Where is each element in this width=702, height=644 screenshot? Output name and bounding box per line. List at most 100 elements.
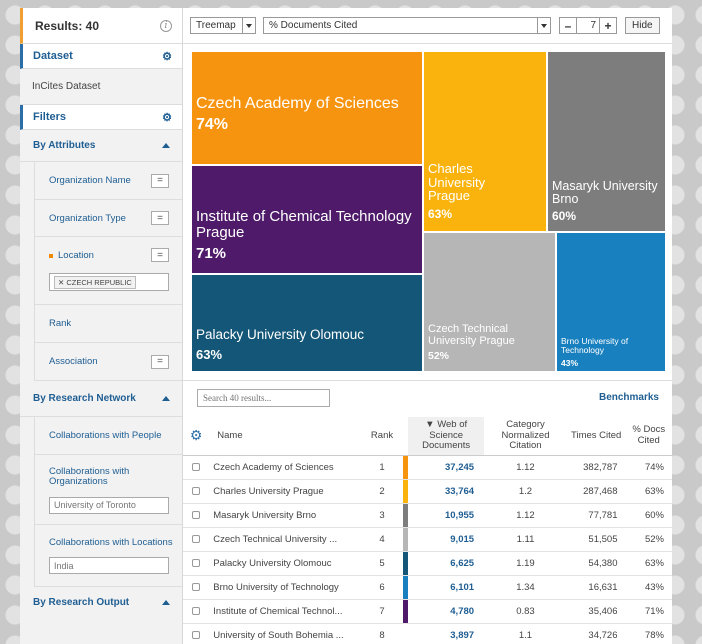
tile-czech-technical[interactable]: Czech Technical University Prague 52%: [424, 233, 555, 371]
filter-rank[interactable]: Rank: [35, 305, 182, 343]
row-checkbox-cell[interactable]: [183, 527, 210, 552]
tile-institute-chemical[interactable]: Institute of Chemical Technology Prague …: [192, 166, 422, 273]
remove-tag-icon[interactable]: ✕: [58, 278, 64, 287]
row-checkbox-cell[interactable]: [183, 599, 210, 624]
table-row[interactable]: Brno University of Technology 6 6,101 1.34 1…: [183, 575, 672, 600]
filter-organization-type[interactable]: Organization Type =: [35, 200, 182, 237]
view-select[interactable]: Treemap: [190, 17, 256, 34]
by-attributes-title: By Attributes: [33, 140, 96, 151]
caret-up-icon[interactable]: [162, 396, 170, 401]
table-settings[interactable]: ⚙: [183, 417, 210, 456]
row-wos-docs[interactable]: 4,780: [408, 599, 485, 624]
collab-orgs-input[interactable]: [49, 496, 169, 514]
table-row[interactable]: University of South Bohemia ... 8 3,897 1.1…: [183, 623, 672, 644]
row-name[interactable]: University of South Bohemia ...: [209, 623, 361, 644]
row-wos-docs[interactable]: 6,101: [408, 575, 485, 600]
col-rank[interactable]: Rank: [360, 417, 404, 456]
row-checkbox-cell[interactable]: [183, 503, 210, 528]
by-research-output-header[interactable]: By Research Output: [20, 587, 182, 617]
row-checkbox-cell[interactable]: [183, 551, 210, 576]
by-research-network-header[interactable]: By Research Network: [20, 381, 182, 417]
row-checkbox[interactable]: [192, 631, 201, 639]
tile-palacky[interactable]: Palacky University Olomouc 63%: [192, 275, 422, 371]
row-wos-docs[interactable]: 37,245: [408, 455, 485, 480]
table-row[interactable]: Charles University Prague 2 33,764 1.2 287,4…: [183, 479, 672, 504]
row-checkbox-cell[interactable]: [183, 455, 210, 480]
row-checkbox[interactable]: [192, 511, 201, 519]
location-tag-input[interactable]: ✕ CZECH REPUBLIC: [49, 273, 169, 291]
tile-name: Institute of Chemical Technology Prague: [196, 208, 412, 241]
row-name[interactable]: Charles University Prague: [209, 479, 361, 504]
benchmarks-link[interactable]: Benchmarks: [599, 392, 659, 403]
chevron-down-icon[interactable]: [242, 18, 255, 33]
equals-button[interactable]: =: [151, 248, 169, 262]
equals-button[interactable]: =: [151, 173, 169, 188]
filter-organization-name[interactable]: Organization Name =: [35, 162, 182, 200]
hide-button[interactable]: Hide: [625, 17, 660, 34]
tile-brno[interactable]: Brno University of Technology 43%: [557, 233, 665, 371]
row-checkbox[interactable]: [192, 559, 201, 567]
tile-pct: 71%: [196, 244, 227, 262]
tile-czech-academy[interactable]: Czech Academy of Sciences 74%: [192, 52, 422, 164]
gear-icon[interactable]: ⚙: [162, 111, 172, 124]
minus-button[interactable]: –: [560, 18, 576, 33]
table-row[interactable]: Institute of Chemical Technol... 7 4,780 0.…: [183, 599, 672, 624]
row-name[interactable]: Czech Technical University ...: [209, 527, 361, 552]
collab-orgs-label[interactable]: Collaborations with Organizations: [49, 466, 159, 488]
by-attributes-header[interactable]: By Attributes: [20, 130, 182, 162]
gear-icon[interactable]: ⚙: [162, 50, 172, 63]
chevron-down-icon[interactable]: [537, 18, 550, 33]
row-checkbox-cell[interactable]: [183, 623, 210, 644]
dataset-header[interactable]: Dataset ⚙: [20, 44, 182, 69]
equals-button[interactable]: =: [151, 354, 169, 369]
count-value[interactable]: 7: [576, 18, 600, 33]
caret-up-icon[interactable]: [162, 143, 170, 148]
row-checkbox-cell[interactable]: [183, 575, 210, 600]
location-tag[interactable]: ✕ CZECH REPUBLIC: [54, 275, 136, 289]
col-name[interactable]: Name: [209, 417, 361, 456]
filter-location-row[interactable]: Location =: [35, 237, 182, 273]
filter-association[interactable]: Association =: [35, 343, 182, 381]
row-wos-docs[interactable]: 9,015: [408, 527, 485, 552]
row-checkbox-cell[interactable]: [183, 479, 210, 504]
by-research-output-title: By Research Output: [33, 596, 130, 608]
row-checkbox[interactable]: [192, 607, 201, 615]
col-times-cited[interactable]: Times Cited: [566, 417, 626, 456]
row-name[interactable]: Institute of Chemical Technol...: [209, 599, 361, 624]
row-checkbox[interactable]: [192, 487, 201, 495]
row-wos-docs[interactable]: 10,955: [408, 503, 485, 528]
row-checkbox[interactable]: [192, 463, 201, 471]
tile-charles[interactable]: Charles University Prague 63%: [424, 52, 546, 231]
collab-locations-input[interactable]: [49, 557, 169, 574]
row-name[interactable]: Palacky University Olomouc: [209, 551, 361, 576]
row-wos-docs[interactable]: 3,897: [408, 623, 485, 644]
row-name[interactable]: Czech Academy of Sciences: [209, 455, 361, 480]
collab-people[interactable]: Collaborations with People: [35, 417, 182, 455]
plus-button[interactable]: +: [600, 18, 616, 33]
search-input[interactable]: [197, 388, 330, 407]
caret-up-icon[interactable]: [162, 599, 170, 605]
row-name[interactable]: Brno University of Technology: [209, 575, 361, 600]
count-stepper[interactable]: – 7 +: [559, 17, 617, 34]
row-checkbox[interactable]: [192, 583, 201, 591]
equals-button[interactable]: =: [151, 211, 169, 225]
table-row[interactable]: Czech Technical University ... 4 9,015 1.11…: [183, 527, 672, 552]
collab-locations-label[interactable]: Collaborations with Locations: [49, 537, 182, 548]
row-docs-cited: 63%: [625, 551, 672, 576]
tile-masaryk[interactable]: Masaryk University Brno 60%: [548, 52, 665, 231]
table-row[interactable]: Czech Academy of Sciences 1 37,245 1.12 382,…: [183, 455, 672, 480]
col-wos-docs[interactable]: ▼ Web of Science Documents: [408, 417, 485, 456]
filters-header[interactable]: Filters ⚙: [20, 105, 182, 130]
gear-icon[interactable]: ⚙: [190, 427, 203, 443]
col-docs-cited[interactable]: % Docs Cited: [625, 417, 672, 456]
table-row[interactable]: Masaryk University Brno 3 10,955 1.12 77,781…: [183, 503, 672, 528]
table-row[interactable]: Palacky University Olomouc 5 6,625 1.19 54,3…: [183, 551, 672, 576]
row-wos-docs[interactable]: 6,625: [408, 551, 485, 576]
row-checkbox[interactable]: [192, 535, 201, 543]
info-icon[interactable]: i: [160, 19, 172, 32]
metric-select[interactable]: % Documents Cited: [263, 17, 551, 34]
col-cnc[interactable]: Category Normalized Citation: [484, 417, 567, 456]
row-name[interactable]: Masaryk University Brno: [209, 503, 361, 528]
row-wos-docs[interactable]: 33,764: [408, 479, 485, 504]
dataset-value[interactable]: InCites Dataset: [20, 69, 182, 105]
